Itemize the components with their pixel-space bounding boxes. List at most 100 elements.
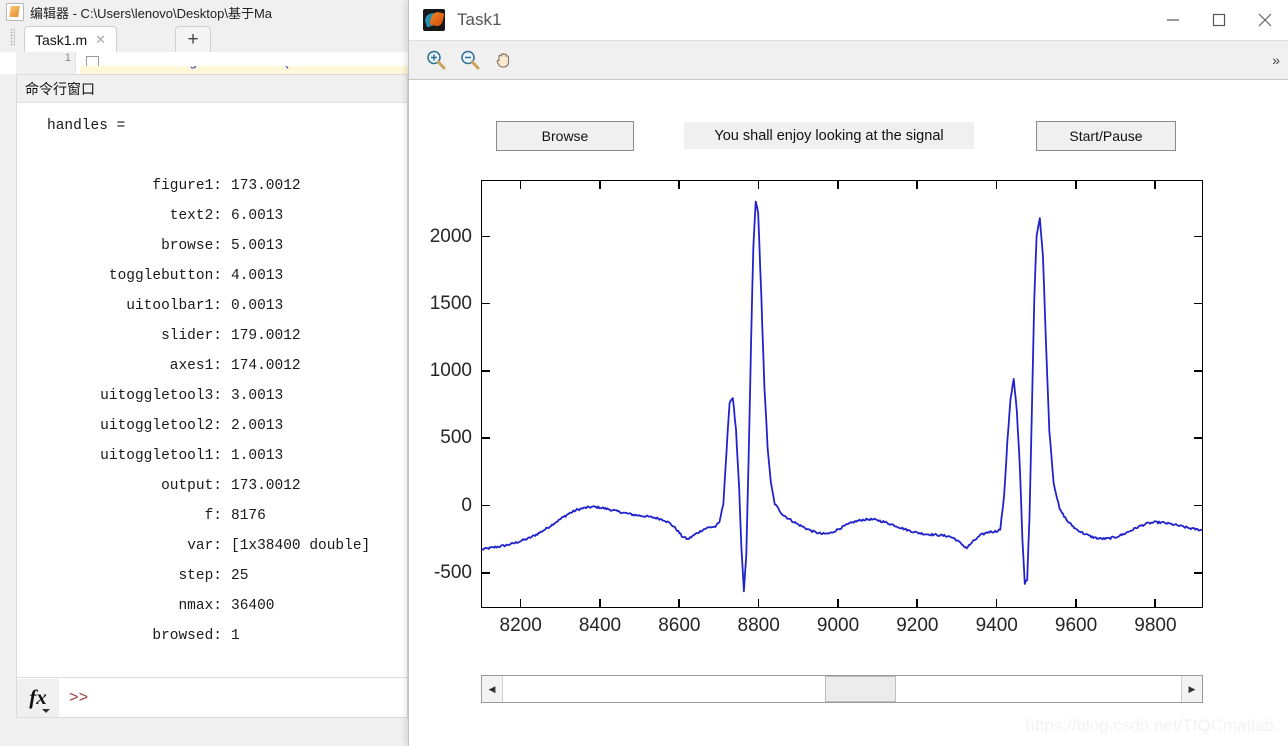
x-tick-label: 9800	[1134, 615, 1177, 636]
x-tick-mark	[757, 180, 760, 189]
figure-canvas: Browse You shall enjoy looking at the si…	[409, 81, 1288, 746]
handles-field-key: var:	[187, 538, 222, 554]
slider-track[interactable]	[503, 676, 1181, 702]
handles-field-value: 3.0013	[231, 388, 284, 404]
handles-field-value: 2.0013	[231, 418, 284, 434]
close-icon	[1258, 13, 1272, 27]
y-tick-label: -500	[433, 562, 472, 583]
handles-field: output: 173.0012	[47, 471, 407, 501]
y-tick-mark	[1194, 504, 1203, 507]
y-tick-mark	[481, 235, 490, 238]
output-blank-line	[47, 141, 407, 171]
x-tick-mark	[995, 180, 998, 189]
maximize-button[interactable]	[1196, 0, 1242, 40]
matlab-ide-window: 编辑器 - C:\Users\lenovo\Desktop\基于Ma Task1…	[0, 0, 420, 746]
handles-field-key: togglebutton:	[108, 268, 222, 284]
handles-field-key: uitoggletool3:	[100, 388, 222, 404]
handles-field-key: output:	[161, 478, 222, 494]
handles-field-key: figure1:	[152, 178, 222, 194]
zoom-out-button[interactable]	[453, 44, 487, 76]
handles-field-value: 25	[231, 568, 249, 584]
handles-field: uitoolbar1: 0.0013	[47, 291, 407, 321]
signal-scroll-slider[interactable]: ◀ ▶	[481, 675, 1203, 703]
y-tick-mark	[481, 504, 490, 507]
figure-title-text: Task1	[457, 10, 502, 29]
handles-struct-list: figure1: 173.0012 text2: 6.0013 browse: 5.001…	[47, 171, 407, 651]
signal-status-text: You shall enjoy looking at the signal	[684, 122, 974, 149]
zoom-out-icon	[461, 50, 480, 70]
handles-field: axes1: 174.0012	[47, 351, 407, 381]
handles-field: browse: 5.0013	[47, 231, 407, 261]
handles-field-value: 1.0013	[231, 448, 284, 464]
editor-title-text: 编辑器 - C:\Users\lenovo\Desktop\基于Ma	[30, 5, 273, 21]
fx-function-browser-button[interactable]: fx	[17, 678, 59, 717]
x-tick-mark	[1154, 599, 1156, 608]
editor-tab-task1[interactable]: Task1.m ✕	[24, 26, 118, 52]
axes-plot-box	[481, 180, 1203, 608]
minimize-button[interactable]	[1150, 0, 1196, 40]
handles-field: uitoggletool1: 1.0013	[47, 441, 407, 471]
close-icon[interactable]: ✕	[95, 32, 106, 48]
x-tick-mark	[916, 599, 918, 608]
x-tick-mark	[1075, 180, 1077, 189]
signal-axes[interactable]: -500 0 500 1000 1500 2000 8200 8400 8600 8800 900…	[430, 180, 1203, 636]
browse-button[interactable]: Browse	[496, 121, 634, 151]
handles-field-value: [1x38400 double]	[231, 538, 371, 554]
editor-document-icon	[6, 3, 24, 21]
y-tick-mark	[1194, 437, 1203, 439]
editor-line-gutter: 1	[16, 52, 76, 74]
signal-waveform	[482, 200, 1202, 593]
handles-field-key: nmax:	[178, 598, 222, 614]
toolbar-overflow-icon[interactable]: »	[1272, 52, 1280, 68]
handles-field: step: 25	[47, 561, 407, 591]
handles-field-key: step:	[178, 568, 222, 584]
minimize-icon	[1167, 19, 1179, 21]
figure-titlebar: Task1	[409, 0, 1288, 40]
y-tick-mark	[1194, 370, 1203, 372]
editor-tabstrip: Task1.m ✕ +	[0, 22, 420, 53]
close-button[interactable]	[1242, 0, 1288, 40]
figure-control-row: Browse You shall enjoy looking at the si…	[409, 121, 1288, 155]
slider-left-arrow-button[interactable]: ◀	[482, 676, 503, 702]
watermark-text: https://blog.csdn.net/TIQCmatlab	[1025, 716, 1274, 735]
maximize-icon	[1212, 13, 1226, 27]
editor-tab-label: Task1.m	[35, 31, 88, 48]
new-tab-button[interactable]: +	[175, 26, 211, 52]
handles-field: text2: 6.0013	[47, 201, 407, 231]
command-prompt-bar: fx >>	[16, 678, 408, 718]
y-tick-label: 2000	[429, 225, 472, 247]
handles-field-key: axes1:	[169, 358, 222, 374]
y-tick-label: 1000	[429, 360, 472, 382]
handles-field-key: uitoggletool2:	[100, 418, 222, 434]
zoom-in-button[interactable]	[419, 44, 453, 76]
window-controls	[1150, 0, 1288, 40]
x-tick-label: 9600	[1054, 615, 1098, 636]
tabstrip-grip-icon	[10, 28, 15, 46]
handles-field-value: 8176	[231, 508, 266, 524]
handles-field-value: 6.0013	[231, 208, 284, 224]
handles-field: browsed: 1	[47, 621, 407, 651]
y-tick-mark	[481, 572, 490, 574]
handles-field-value: 0.0013	[231, 298, 284, 314]
x-tick-mark	[599, 599, 601, 608]
handles-field: togglebutton: 4.0013	[47, 261, 407, 291]
matlab-logo-icon	[423, 9, 445, 31]
command-window-output[interactable]: handles = figure1: 173.0012 text2: 6.0013 br…	[17, 103, 407, 677]
slider-right-arrow-button[interactable]: ▶	[1181, 676, 1202, 702]
command-prompt-caret[interactable]: >>	[59, 689, 88, 707]
figure-toolbar: »	[409, 40, 1288, 80]
pan-button[interactable]	[487, 44, 521, 76]
start-pause-button[interactable]: Start/Pause	[1036, 121, 1176, 151]
handles-field-key: f:	[204, 508, 222, 524]
y-tick-mark	[481, 370, 490, 372]
x-tick-mark	[519, 180, 522, 189]
x-tick-label: 9400	[975, 615, 1018, 636]
slider-thumb[interactable]	[825, 676, 897, 702]
handles-field-key: browsed:	[152, 628, 222, 644]
handles-field: var: [1x38400 double]	[47, 531, 407, 561]
command-window-panel: 命令行窗口 handles = figure1: 173.0012 text2: 6.…	[16, 74, 408, 678]
handles-field-value: 173.0012	[231, 178, 301, 194]
editor-titlebar: 编辑器 - C:\Users\lenovo\Desktop\基于Ma	[0, 0, 420, 24]
x-tick-mark	[757, 599, 760, 608]
x-tick-mark	[1154, 180, 1156, 189]
